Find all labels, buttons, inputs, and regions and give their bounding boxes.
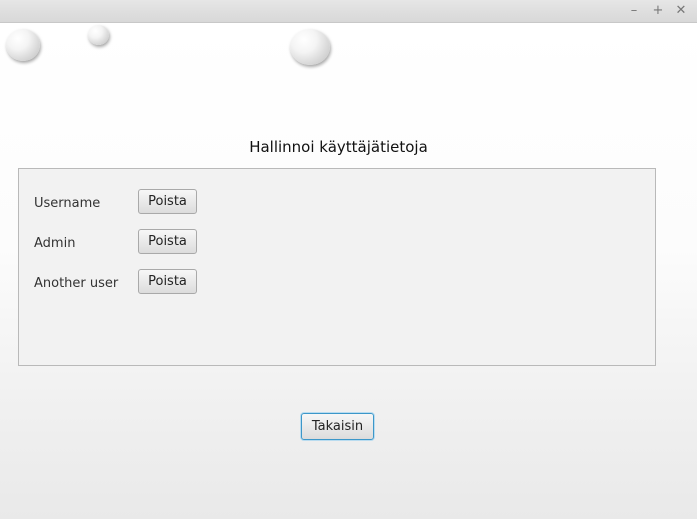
page-title: Hallinnoi käyttäjätietoja — [249, 138, 428, 156]
back-button[interactable]: Takaisin — [301, 413, 374, 440]
close-icon[interactable]: ✕ — [672, 2, 690, 20]
minimize-icon[interactable]: – — [625, 2, 643, 20]
delete-user-button[interactable]: Poista — [138, 269, 197, 294]
user-row: Admin Poista — [34, 229, 334, 255]
water-drop-decoration — [6, 29, 40, 61]
window-titlebar[interactable]: – + ✕ — [0, 0, 697, 23]
water-drop-decoration — [290, 29, 330, 65]
maximize-icon[interactable]: + — [649, 2, 667, 20]
water-drop-decoration — [88, 25, 109, 45]
delete-user-button[interactable]: Poista — [138, 189, 197, 214]
user-row: Another user Poista — [34, 269, 334, 295]
user-name: Admin — [34, 236, 76, 251]
user-name: Another user — [34, 276, 119, 291]
user-name: Username — [34, 196, 101, 211]
delete-user-button[interactable]: Poista — [138, 229, 197, 254]
user-row: Username Poista — [34, 189, 334, 215]
user-list-panel: Username Poista Admin Poista Another use… — [18, 168, 656, 366]
